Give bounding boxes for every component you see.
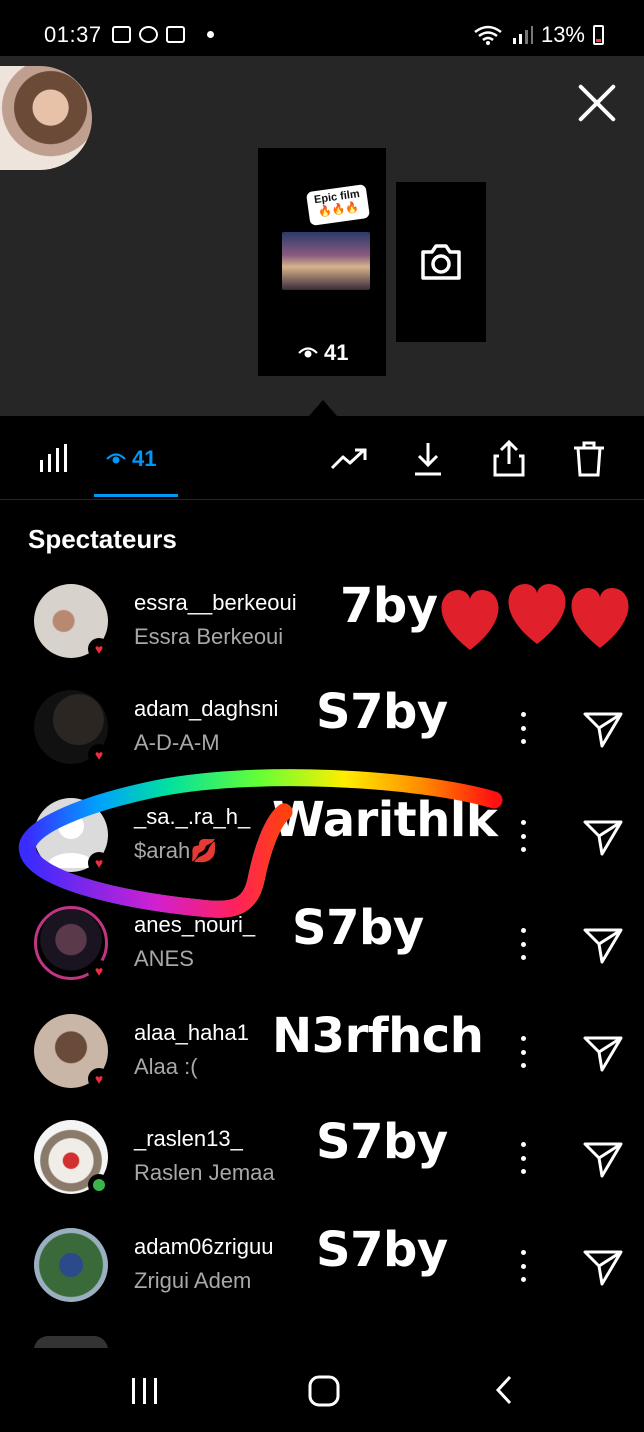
back-icon[interactable] (492, 1374, 516, 1406)
home-icon[interactable] (307, 1374, 341, 1408)
rainbow-scribble-drawing (18, 769, 503, 918)
recent-apps-icon[interactable] (130, 1376, 160, 1406)
system-navigation-bar (0, 1348, 644, 1432)
